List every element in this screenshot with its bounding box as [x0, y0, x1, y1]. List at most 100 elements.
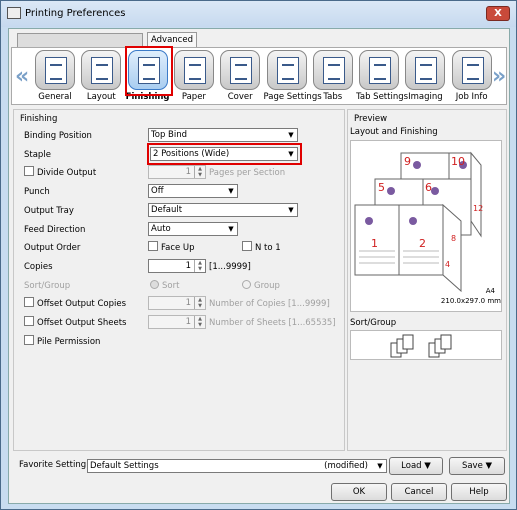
scroll-right-icon[interactable]: » [492, 64, 506, 89]
chevron-down-icon: ▼ [228, 187, 234, 195]
tray-value: Default [151, 205, 183, 215]
save-button[interactable]: Save ▼ [449, 457, 505, 475]
offset-sheets-spinner[interactable]: 1 ▲ ▼ [148, 315, 206, 329]
group-label: Group [254, 281, 280, 291]
offset-sheets-checkbox[interactable]: Offset Output Sheets [24, 316, 126, 330]
chevron-down-icon: ▼ [288, 131, 294, 139]
checkbox-icon [24, 297, 34, 307]
n-to-1-label: N to 1 [255, 243, 281, 253]
finishing-title: Finishing [20, 114, 58, 124]
category-bar: « General Layout Finishing Paper Cover Page S… [11, 46, 507, 105]
scroll-left-icon[interactable]: « [15, 64, 29, 89]
close-button[interactable]: X [486, 6, 510, 21]
load-button[interactable]: Load ▼ [389, 457, 443, 475]
offset-copies-label: Offset Output Copies [37, 299, 127, 309]
category-label: Page Settings [263, 92, 322, 102]
tab-job-info[interactable]: Job Info [449, 50, 495, 102]
tab-layout[interactable]: Layout [78, 50, 124, 102]
offset-sheets-label: Offset Output Sheets [37, 318, 127, 328]
tab-paper[interactable]: Paper [171, 50, 217, 102]
checkbox-icon [148, 241, 158, 251]
category-label: Tabs [323, 92, 343, 102]
finishing-highlight [125, 46, 173, 96]
output-tray-dropdown[interactable]: Default ▼ [148, 203, 298, 217]
feed-direction-dropdown[interactable]: Auto ▼ [148, 222, 238, 236]
category-label: General [38, 92, 72, 102]
category-label: Job Info [455, 92, 488, 102]
page-number: 9 [404, 155, 411, 168]
modified-label: (modified) [324, 461, 368, 471]
tab-tab-settings[interactable]: Tab Settings [356, 50, 409, 102]
sort-radio[interactable]: Sort [150, 279, 179, 293]
output-tray-label: Output Tray [24, 206, 74, 216]
divide-output-spinner[interactable]: 1 ▲ ▼ [148, 165, 206, 179]
tab-general[interactable]: General [32, 50, 78, 102]
spin-arrows-icon: ▲ ▼ [194, 260, 205, 272]
tab-advanced[interactable]: Advanced [147, 32, 197, 47]
cover-icon [220, 50, 261, 90]
category-label: Paper [181, 92, 206, 102]
sortgroup-preview-title: Sort/Group [350, 318, 397, 328]
general-icon [35, 50, 75, 90]
category-label: Imaging [408, 92, 443, 102]
chevron-down-icon: ▼ [228, 225, 234, 233]
ok-button[interactable]: OK [331, 483, 387, 501]
offset-sheets-value: 1 [185, 317, 191, 327]
checkbox-icon [24, 166, 34, 176]
punch-dropdown[interactable]: Off ▼ [148, 184, 238, 198]
binding-value: Top Bind [151, 130, 188, 140]
group-radio[interactable]: Group [242, 279, 280, 293]
face-up-checkbox[interactable]: Face Up [148, 241, 195, 255]
offset-copies-checkbox[interactable]: Offset Output Copies [24, 297, 126, 311]
category-label: Layout [86, 92, 116, 102]
n-to-1-checkbox[interactable]: N to 1 [242, 241, 281, 255]
preview-panel: Preview Layout and Finishing 9 10 5 6 1 … [347, 109, 507, 451]
offset-sheets-unit: Number of Sheets [1...65535] [209, 318, 336, 328]
staple-highlight [147, 143, 302, 165]
output-order-label: Output Order [24, 243, 81, 253]
page-number: 10 [451, 155, 465, 168]
checkbox-icon [24, 335, 34, 345]
layout-icon [81, 50, 122, 90]
save-label: Save [461, 461, 483, 471]
help-button[interactable]: Help [451, 483, 507, 501]
favorite-value: Default Settings [90, 461, 159, 471]
paper-dims: 210.0x297.0 mm [441, 297, 501, 305]
preview-image: 9 10 5 6 1 2 12 8 4 A4 210.0x297.0 mm [350, 140, 502, 312]
page-number: 8 [451, 234, 456, 243]
divide-output-checkbox[interactable]: Divide Output [24, 166, 96, 180]
favorite-dropdown[interactable]: Default Settings (modified) ▼ [87, 459, 387, 473]
staple-label: Staple [24, 150, 51, 160]
paper-size: A4 [486, 287, 496, 295]
printer-icon [7, 7, 21, 19]
radio-selected-icon [150, 280, 159, 289]
tab-imaging[interactable]: Imaging [402, 50, 448, 102]
face-up-label: Face Up [161, 243, 195, 253]
feed-direction-label: Feed Direction [24, 225, 86, 235]
spin-arrows-icon: ▲ ▼ [194, 297, 205, 309]
tabs-icon [312, 50, 353, 90]
tab-blank[interactable] [17, 33, 143, 47]
page-number: 2 [419, 237, 426, 250]
offset-copies-spinner[interactable]: 1 ▲ ▼ [148, 296, 206, 310]
binding-dropdown[interactable]: Top Bind ▼ [148, 128, 298, 142]
category-label: Tab Settings [356, 92, 409, 102]
page-number: 12 [473, 204, 483, 213]
copies-spinner[interactable]: 1 ▲ ▼ [148, 259, 206, 273]
booklet-preview-icon: 9 10 5 6 1 2 12 8 4 A4 210.0x297.0 mm [354, 151, 501, 305]
chevron-down-icon: ▼ [377, 462, 383, 470]
spin-arrows-icon: ▲ ▼ [194, 166, 205, 178]
layout-finishing-title: Layout and Finishing [350, 127, 438, 137]
category-label: Cover [227, 92, 253, 102]
sort-label: Sort [162, 281, 180, 291]
page-settings-icon [266, 50, 307, 90]
tab-tabs[interactable]: Tabs [310, 50, 356, 102]
tab-cover[interactable]: Cover [217, 50, 263, 102]
paper-icon [173, 50, 214, 90]
tab-page-settings[interactable]: Page Settings [263, 50, 322, 102]
feed-value: Auto [151, 224, 171, 234]
radio-icon [242, 280, 251, 289]
offset-copies-unit: Number of Copies [1...9999] [209, 299, 330, 309]
pile-permission-checkbox[interactable]: Pile Permission [24, 335, 100, 349]
cancel-button[interactable]: Cancel [391, 483, 447, 501]
